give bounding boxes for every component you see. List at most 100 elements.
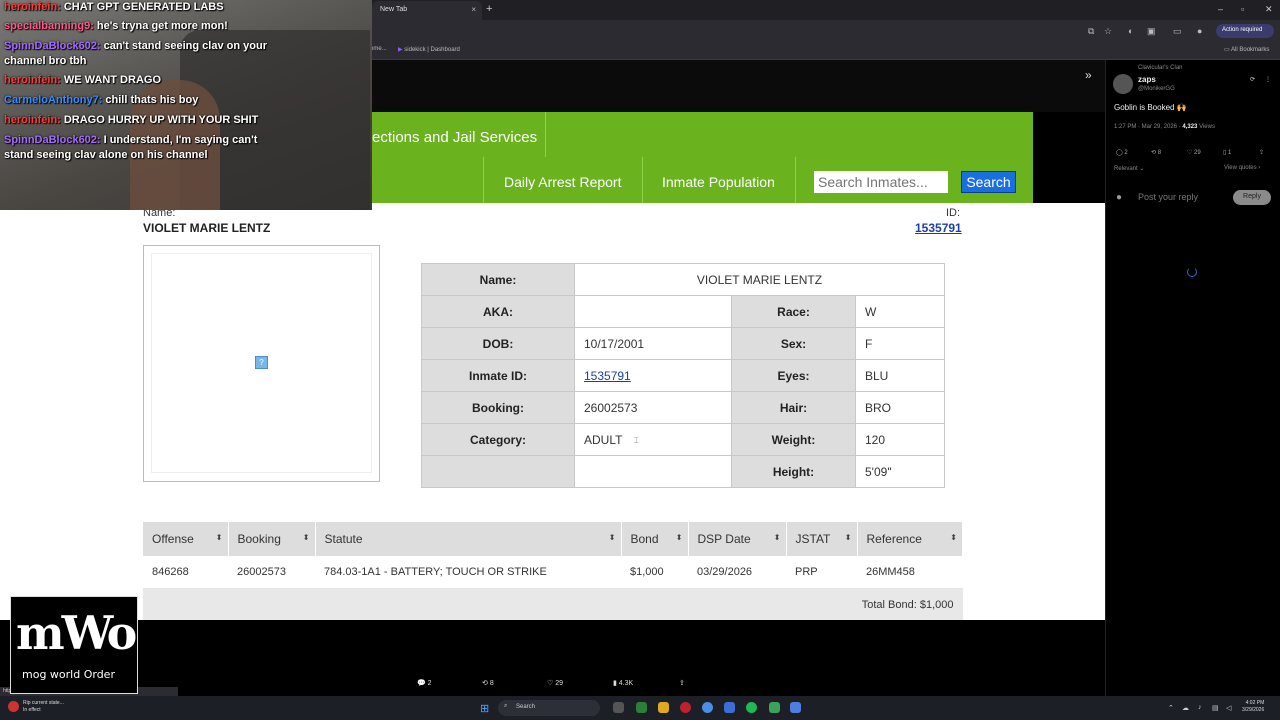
- start-icon[interactable]: ⊞: [480, 702, 489, 715]
- display-name[interactable]: zaps: [1138, 75, 1156, 84]
- extension-icon[interactable]: ◐: [1128, 26, 1133, 36]
- col-bond[interactable]: Bond ⬍: [621, 522, 689, 556]
- site-title: ections and Jail Services: [372, 129, 538, 146]
- col-statute[interactable]: Statute ⬍: [315, 522, 622, 556]
- booking-cell: 26002573: [228, 556, 315, 589]
- chrome-icon[interactable]: [702, 702, 713, 713]
- sort-icon: ⬍: [302, 533, 310, 542]
- post-meta: 1:27 PM · Mar 29, 2026 · 4,323 Views: [1114, 124, 1215, 130]
- search-inmates-input[interactable]: [814, 171, 948, 193]
- bookmark-item[interactable]: ome...: [370, 46, 387, 52]
- sort-relevant[interactable]: Relevant ⌄: [1114, 165, 1144, 172]
- tray-chevron-icon[interactable]: ⌃: [1168, 704, 1174, 712]
- taskbar-search[interactable]: ⌕ Search: [498, 700, 600, 716]
- bookmark-count[interactable]: ▯ 1: [1223, 149, 1231, 156]
- detail-label: Hair:: [731, 391, 856, 424]
- reply-action[interactable]: 💬 2: [417, 679, 432, 687]
- tray-icon[interactable]: ☁: [1182, 704, 1189, 712]
- bookmark-star-icon[interactable]: ☆: [1104, 26, 1112, 37]
- browser-tab[interactable]: New Tab ×: [372, 1, 482, 20]
- id-label: ID:: [946, 207, 961, 219]
- reply-count[interactable]: ◯ 2: [1116, 149, 1128, 156]
- repost-action[interactable]: ⟲ 8: [482, 679, 494, 687]
- new-tab-button[interactable]: +: [486, 3, 492, 15]
- detail-label: Race:: [731, 295, 856, 328]
- col-offense[interactable]: Offense ⬍: [143, 522, 229, 556]
- volume-icon[interactable]: ◁: [1226, 704, 1231, 712]
- col-dsp-date[interactable]: DSP Date ⬍: [688, 522, 787, 556]
- action-required-button[interactable]: Action required: [1216, 24, 1274, 38]
- minimize-icon[interactable]: –: [1218, 4, 1223, 14]
- chat-message: specialbanning9: he's tryna get more mon!: [4, 20, 228, 32]
- maximize-icon[interactable]: ▫: [1241, 4, 1244, 14]
- repost-count[interactable]: ⟲ 8: [1151, 149, 1161, 156]
- col-jstat[interactable]: JSTAT ⬍: [786, 522, 858, 556]
- sidebar-icon[interactable]: ▭: [1173, 26, 1182, 37]
- handle[interactable]: @MonikerGG: [1138, 86, 1175, 92]
- search-icon: ⌕: [504, 703, 508, 709]
- bookmark-sidekick[interactable]: ▶ sidekick | Dashboard: [398, 46, 460, 53]
- bond-cell: $1,000: [621, 556, 688, 589]
- detail-value: 120: [855, 423, 945, 456]
- profile-icon[interactable]: ●: [1197, 26, 1202, 36]
- grok-icon[interactable]: ⟳: [1250, 76, 1255, 83]
- app-icon[interactable]: [724, 702, 735, 713]
- views-action[interactable]: ▮ 4.3K: [613, 679, 633, 687]
- expand-panel-icon[interactable]: »: [1085, 68, 1092, 82]
- like-action[interactable]: ♡ 29: [547, 679, 563, 687]
- inmate-name: VIOLET MARIE LENTZ: [143, 221, 271, 235]
- nav-daily-arrest-report[interactable]: Daily Arrest Report: [504, 174, 621, 190]
- close-window-icon[interactable]: ✕: [1265, 4, 1273, 15]
- table-row: Height: 5'09": [421, 455, 945, 488]
- total-row: Total Bond: $1,000: [143, 588, 963, 622]
- news-widget[interactable]: Rip current state... In effect: [23, 700, 64, 714]
- detail-value: 26002573: [574, 391, 732, 424]
- avatar[interactable]: [1113, 74, 1133, 94]
- share-icon[interactable]: ⇪: [679, 679, 685, 687]
- community-name[interactable]: Clavicular's Clan: [1138, 65, 1183, 71]
- file-explorer-icon[interactable]: [658, 702, 669, 713]
- nav-separator: [642, 157, 643, 203]
- loading-spinner-icon: [1187, 267, 1197, 277]
- detail-value: 5'09": [855, 455, 945, 488]
- col-booking[interactable]: Booking ⬍: [228, 522, 316, 556]
- app-icon[interactable]: [680, 702, 691, 713]
- app-icon[interactable]: [790, 702, 801, 713]
- taskbar-clock[interactable]: 4:02 PM 3/29/2026: [1242, 700, 1264, 714]
- task-view-icon[interactable]: [613, 702, 624, 713]
- reply-button[interactable]: Reply: [1233, 190, 1271, 205]
- col-reference[interactable]: Reference ⬍: [857, 522, 963, 556]
- detail-value: [574, 295, 732, 328]
- app-icon[interactable]: [769, 702, 780, 713]
- reply-input[interactable]: Post your reply: [1138, 192, 1198, 202]
- tab-close-icon[interactable]: ×: [471, 5, 476, 14]
- nav-inmate-population[interactable]: Inmate Population: [662, 174, 775, 190]
- mic-icon[interactable]: ♪: [1198, 704, 1202, 711]
- logo-text: mog world Order: [22, 668, 115, 681]
- all-bookmarks[interactable]: ▭ All Bookmarks: [1224, 46, 1269, 53]
- charges-header-row: Offense ⬍ Booking ⬍ Statute ⬍ Bond ⬍ DSP Dat…: [143, 522, 963, 556]
- chat-message-cont: channel bro tbh: [4, 55, 87, 67]
- inmate-id-detail-link[interactable]: 1535791: [584, 369, 631, 383]
- post-text: Goblin is Booked 🙌: [1114, 103, 1187, 112]
- cast-icon[interactable]: ⧉: [1088, 26, 1094, 37]
- weather-alert-icon[interactable]: [8, 701, 19, 712]
- detail-label: Category:: [421, 423, 575, 456]
- more-icon[interactable]: ⋮: [1265, 76, 1271, 83]
- search-button[interactable]: Search: [961, 171, 1016, 193]
- detail-value: BRO: [855, 391, 945, 424]
- taskbar-app-icon[interactable]: [636, 702, 647, 713]
- detail-label: Weight:: [731, 423, 856, 456]
- network-icon[interactable]: ▤: [1212, 704, 1219, 712]
- inmate-id-link[interactable]: 1535791: [915, 221, 962, 235]
- view-quotes-link[interactable]: View quotes ›: [1224, 165, 1260, 171]
- table-row: Category: ADULT Weight: 120: [421, 423, 945, 456]
- share-post-icon[interactable]: ⇪: [1259, 149, 1264, 156]
- mouse-cursor-icon: ⌶: [634, 436, 639, 445]
- spotify-icon[interactable]: [746, 702, 757, 713]
- like-count[interactable]: ♡ 29: [1187, 149, 1201, 156]
- table-row: AKA: Race: W: [421, 295, 945, 328]
- puzzle-icon[interactable]: ▣: [1147, 26, 1156, 37]
- total-bond: Total Bond: $1,000: [143, 588, 963, 622]
- nav-separator: [795, 157, 796, 203]
